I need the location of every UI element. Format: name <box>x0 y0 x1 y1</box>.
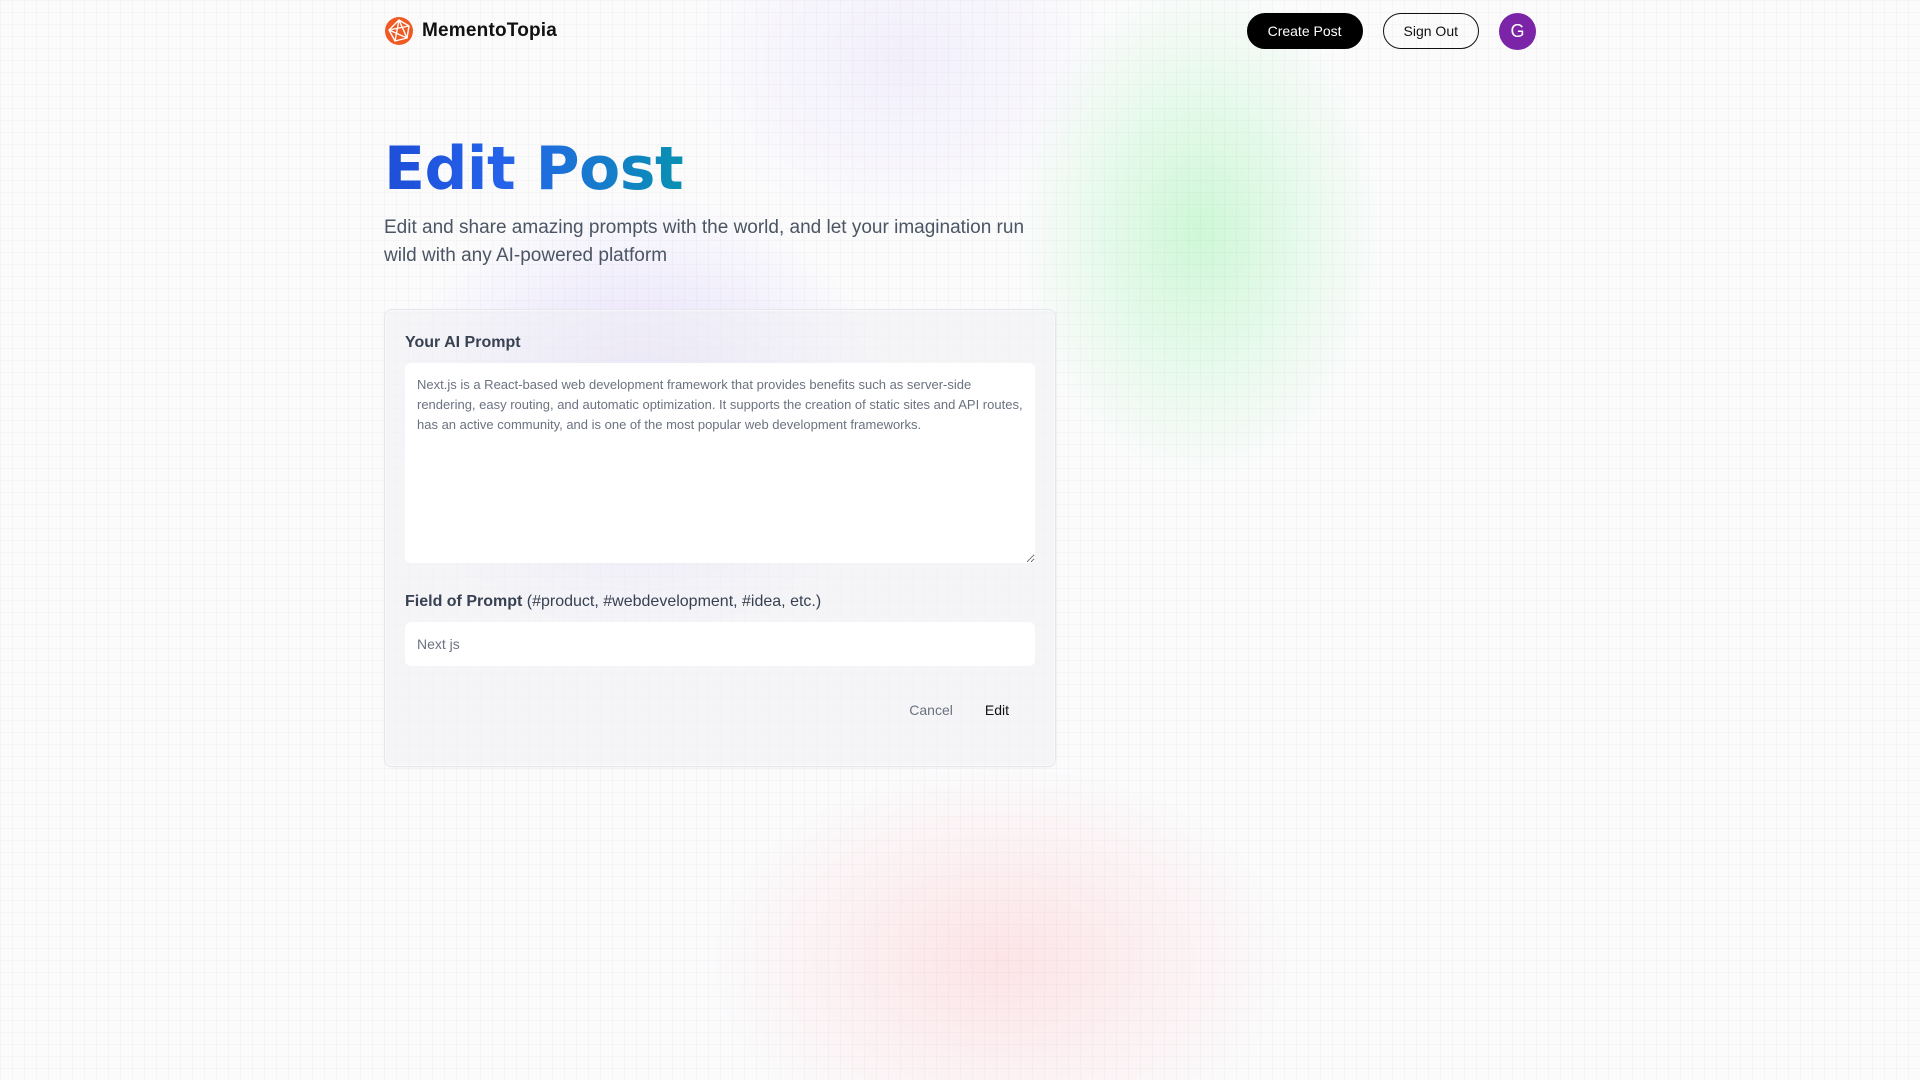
tag-label-hint: (#product, #webdevelopment, #idea, etc.) <box>526 593 822 610</box>
sign-out-button[interactable]: Sign Out <box>1382 13 1479 49</box>
create-post-button[interactable]: Create Post <box>1246 13 1363 49</box>
globe-icon <box>384 16 414 46</box>
avatar-initial: G <box>1510 20 1525 41</box>
brand-link[interactable]: MementoTopia <box>384 16 557 46</box>
nav-actions: Create Post Sign Out G <box>1246 12 1536 50</box>
top-nav: MementoTopia Create Post Sign Out G <box>384 12 1536 50</box>
cancel-button[interactable]: Cancel <box>901 696 961 724</box>
tag-input[interactable] <box>405 622 1035 666</box>
page-title: Edit Post <box>384 124 684 214</box>
prompt-textarea[interactable]: Next.js is a React-based web development… <box>405 363 1035 563</box>
tag-label: Field of Prompt (#product, #webdevelopme… <box>405 593 1035 611</box>
form-actions: Cancel Edit <box>405 696 1035 724</box>
brand-name: MementoTopia <box>422 20 558 41</box>
tag-label-text: Field of Prompt <box>405 593 523 610</box>
edit-button[interactable]: Edit <box>977 696 1017 724</box>
page-description: Edit and share amazing prompts with the … <box>384 217 1025 266</box>
edit-post-form: Your AI Prompt Next.js is a React-based … <box>384 309 1056 767</box>
avatar[interactable]: G <box>1499 12 1536 50</box>
prompt-label: Your AI Prompt <box>405 334 521 351</box>
